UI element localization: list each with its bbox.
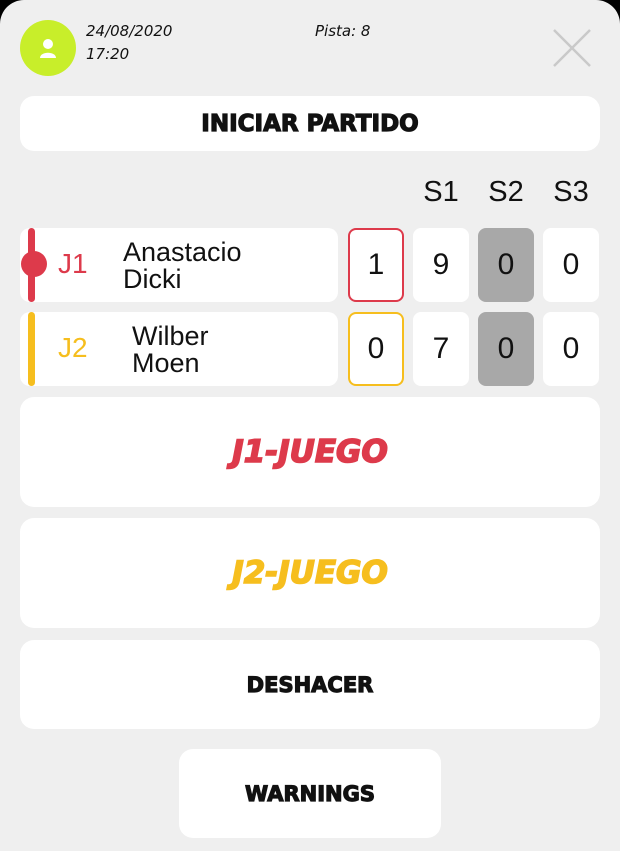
player-2-set-2: 0 xyxy=(478,312,534,386)
scoreboard-screen: 24/08/2020 17:20 Pista: 8 INICIAR PARTID… xyxy=(0,0,620,851)
player-2-name: Wilber Moen xyxy=(132,323,209,377)
player-2-card: J2 Wilber Moen xyxy=(20,312,338,386)
player-1-tag: J1 xyxy=(58,248,88,279)
match-date: 24/08/2020 xyxy=(86,22,173,40)
player-1-set-1: 9 xyxy=(413,228,469,302)
serve-indicator xyxy=(21,251,47,277)
player-1-game-points: 1 xyxy=(348,228,404,302)
player-1-set-2: 0 xyxy=(478,228,534,302)
player-2-game-button[interactable]: J2-JUEGO xyxy=(20,518,600,628)
match-time: 17:20 xyxy=(86,45,130,63)
player-1-name: Anastacio Dicki xyxy=(123,239,242,293)
player-2-last-name: Moen xyxy=(132,348,200,378)
player-2-color-bar xyxy=(28,312,35,386)
undo-button[interactable]: DESHACER xyxy=(20,640,600,729)
player-1-set-3: 0 xyxy=(543,228,599,302)
player-2-set-1: 7 xyxy=(413,312,469,386)
set-1-header: S1 xyxy=(423,176,459,208)
set-3-header: S3 xyxy=(553,176,589,208)
user-icon xyxy=(40,39,56,58)
court-number: Pista: 8 xyxy=(315,22,371,40)
player-1-card: J1 Anastacio Dicki xyxy=(20,228,338,302)
player-2-game-points: 0 xyxy=(348,312,404,386)
avatar[interactable] xyxy=(20,20,76,76)
start-match-button[interactable]: INICIAR PARTIDO xyxy=(20,96,600,151)
player-2-set-3: 0 xyxy=(543,312,599,386)
warnings-button[interactable]: WARNINGS xyxy=(179,749,441,838)
player-1-last-name: Dicki xyxy=(123,264,182,294)
set-2-header: S2 xyxy=(488,176,524,208)
player-2-first-name: Wilber xyxy=(132,321,209,351)
close-icon[interactable] xyxy=(552,28,592,68)
player-2-tag: J2 xyxy=(58,332,88,363)
player-1-first-name: Anastacio xyxy=(123,237,242,267)
player-1-game-button[interactable]: J1-JUEGO xyxy=(20,397,600,507)
